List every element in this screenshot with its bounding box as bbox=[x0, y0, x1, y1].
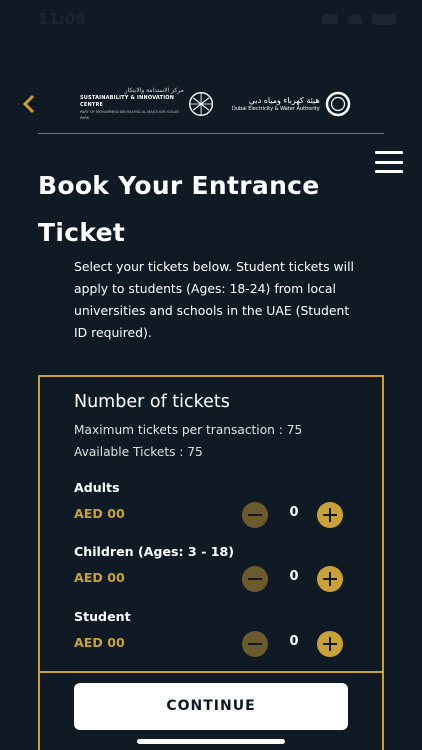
student-quantity: 0 bbox=[289, 634, 299, 649]
sic-logo-arabic: مركز الاستدامة والابتكار bbox=[124, 87, 184, 94]
hamburger-menu-icon bbox=[375, 151, 403, 154]
menu-bar-middle bbox=[375, 160, 403, 164]
adults-increment-button[interactable] bbox=[317, 502, 343, 528]
available-tickets-info: Available Tickets : 75 bbox=[74, 445, 203, 459]
sustainability-centre-logo: مركز الاستدامة والابتكار SUSTAINABILITY … bbox=[80, 87, 214, 120]
sic-logo-english: SUSTAINABILITY & INNOVATION CENTRE bbox=[80, 95, 175, 108]
header-divider bbox=[38, 133, 384, 134]
children-quantity: 0 bbox=[289, 569, 299, 584]
minus-circle-icon bbox=[248, 513, 262, 517]
wifi-icon bbox=[348, 14, 362, 24]
minus-circle-icon bbox=[248, 577, 262, 581]
hamburger-menu-button[interactable] bbox=[375, 151, 403, 173]
continue-button[interactable]: CONTINUE bbox=[74, 683, 348, 730]
status-icons bbox=[322, 13, 396, 25]
status-bar: 11:08 bbox=[0, 0, 422, 38]
dewa-logo-arabic: هيئة كهرباء ومياه دبي bbox=[248, 96, 320, 105]
children-label: Children (Ages: 3 - 18) bbox=[74, 544, 234, 559]
page-title-line1: Book Your Entrance bbox=[38, 171, 320, 200]
plus-vertical-bar bbox=[328, 508, 332, 522]
page-title: Book Your Entrance Ticket bbox=[38, 162, 358, 256]
page-title-line2: Ticket bbox=[38, 218, 126, 247]
plus-vertical-bar bbox=[328, 572, 332, 586]
plus-vertical-bar bbox=[328, 637, 332, 651]
children-increment-button[interactable] bbox=[317, 566, 343, 592]
children-price: AED 00 bbox=[74, 570, 125, 585]
adults-decrement-button[interactable] bbox=[242, 502, 268, 528]
header: مركز الاستدامة والابتكار SUSTAINABILITY … bbox=[0, 86, 422, 122]
ticket-card-divider bbox=[40, 671, 382, 673]
back-button[interactable] bbox=[22, 90, 46, 116]
chevron-left-icon bbox=[22, 94, 35, 114]
adults-price: AED 00 bbox=[74, 506, 125, 521]
dewa-logo-english: Dubai Electricity & Water Authority bbox=[232, 106, 320, 112]
ticket-card-title: Number of tickets bbox=[74, 392, 230, 412]
student-price: AED 00 bbox=[74, 635, 125, 650]
student-quantity-stepper: 0 bbox=[242, 629, 346, 657]
menu-bar-bottom bbox=[375, 170, 403, 173]
adults-quantity-stepper: 0 bbox=[242, 500, 346, 528]
dewa-logo: هيئة كهرباء ومياه دبي Dubai Electricity … bbox=[232, 90, 356, 118]
adults-label: Adults bbox=[74, 480, 120, 495]
student-label: Student bbox=[74, 609, 131, 624]
dewa-emblem-icon bbox=[325, 91, 350, 117]
student-increment-button[interactable] bbox=[317, 631, 343, 657]
sic-emblem-icon bbox=[188, 91, 213, 117]
cellular-signal-icon bbox=[322, 14, 338, 24]
home-indicator bbox=[137, 739, 285, 744]
intro-text: Select your tickets below. Student ticke… bbox=[74, 259, 354, 340]
children-quantity-stepper: 0 bbox=[242, 564, 346, 592]
children-decrement-button[interactable] bbox=[242, 566, 268, 592]
status-time: 11:08 bbox=[38, 10, 86, 28]
minus-circle-icon bbox=[248, 642, 262, 646]
battery-icon bbox=[372, 13, 396, 25]
max-tickets-info: Maximum tickets per transaction : 75 bbox=[74, 423, 303, 437]
student-decrement-button[interactable] bbox=[242, 631, 268, 657]
adults-quantity: 0 bbox=[289, 505, 299, 520]
sic-logo-subtitle: PART OF MOHAMMED BIN RASHID AL MAKTOUM S… bbox=[80, 110, 179, 120]
